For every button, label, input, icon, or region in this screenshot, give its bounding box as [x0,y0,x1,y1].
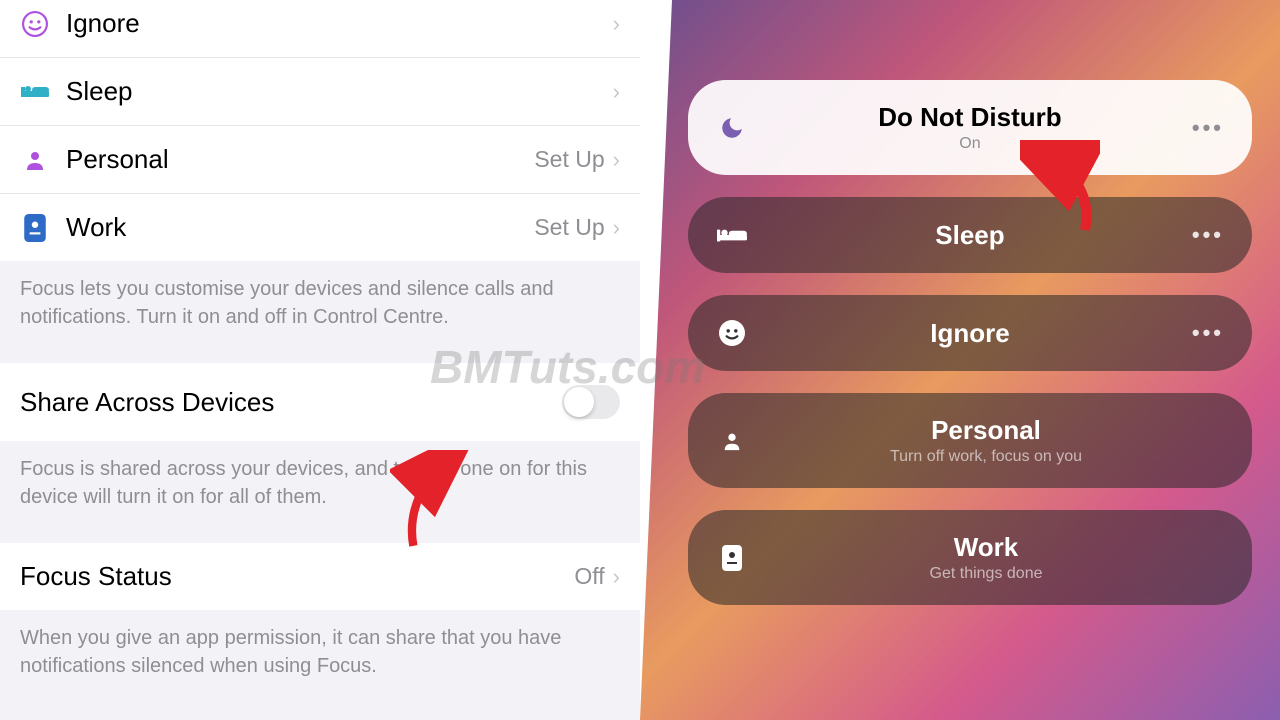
chevron-right-icon: › [613,564,620,590]
row-label: Ignore [66,8,613,39]
chevron-right-icon: › [613,215,620,241]
share-footer-text: Focus is shared across your devices, and… [0,441,640,525]
focus-row-sleep[interactable]: Sleep › [0,58,640,126]
focus-row-work[interactable]: Work Set Up › [0,194,640,261]
focus-row-ignore[interactable]: Ignore › [0,0,640,58]
more-dots-icon[interactable]: ••• [1192,320,1224,346]
moon-icon [716,112,748,144]
badge-icon [20,213,50,243]
badge-icon [716,542,748,574]
chevron-right-icon: › [613,147,620,173]
share-across-card: Share Across Devices [0,363,640,441]
row-label: Work [66,212,534,243]
cc-item-do-not-disturb[interactable]: Do Not Disturb On ••• [688,80,1252,175]
focus-modes-list: Ignore › Sleep › Personal Set Up › Work … [0,0,640,261]
smiley-icon [20,9,50,39]
cc-title: Work [748,532,1224,563]
bed-icon [716,219,748,251]
control-center-focus-panel: Do Not Disturb On ••• Sleep ••• Ignore •… [640,0,1280,720]
more-dots-icon[interactable]: ••• [1192,115,1224,141]
cc-title: Sleep [748,220,1192,251]
share-across-toggle[interactable] [562,385,620,419]
smiley-icon [716,317,748,349]
status-value: Off [574,563,604,590]
row-action: Set Up [534,146,604,173]
cc-subtitle: On [748,135,1192,153]
cc-title: Do Not Disturb [748,102,1192,133]
row-action: Set Up [534,214,604,241]
focus-row-personal[interactable]: Personal Set Up › [0,126,640,194]
more-dots-icon[interactable]: ••• [1192,222,1224,248]
status-footer-text: When you give an app permission, it can … [0,610,640,694]
person-icon [20,145,50,175]
focus-status-row[interactable]: Focus Status Off › [0,543,640,610]
chevron-right-icon: › [613,11,620,37]
chevron-right-icon: › [613,79,620,105]
cc-item-personal[interactable]: Personal Turn off work, focus on you [688,393,1252,488]
row-label: Share Across Devices [20,387,562,418]
focus-status-card: Focus Status Off › [0,543,640,610]
cc-title: Personal [748,415,1224,446]
cc-subtitle: Get things done [748,565,1224,583]
cc-subtitle: Turn off work, focus on you [748,448,1224,466]
row-label: Sleep [66,76,613,107]
cc-item-ignore[interactable]: Ignore ••• [688,295,1252,371]
focus-footer-text: Focus lets you customise your devices an… [0,261,640,345]
cc-title: Ignore [748,318,1192,349]
cc-item-work[interactable]: Work Get things done [688,510,1252,605]
row-label: Focus Status [20,561,574,592]
bed-icon [20,77,50,107]
person-icon [716,425,748,457]
share-across-devices-row[interactable]: Share Across Devices [0,363,640,441]
row-label: Personal [66,144,534,175]
cc-item-sleep[interactable]: Sleep ••• [688,197,1252,273]
settings-focus-panel: Ignore › Sleep › Personal Set Up › Work … [0,0,640,720]
